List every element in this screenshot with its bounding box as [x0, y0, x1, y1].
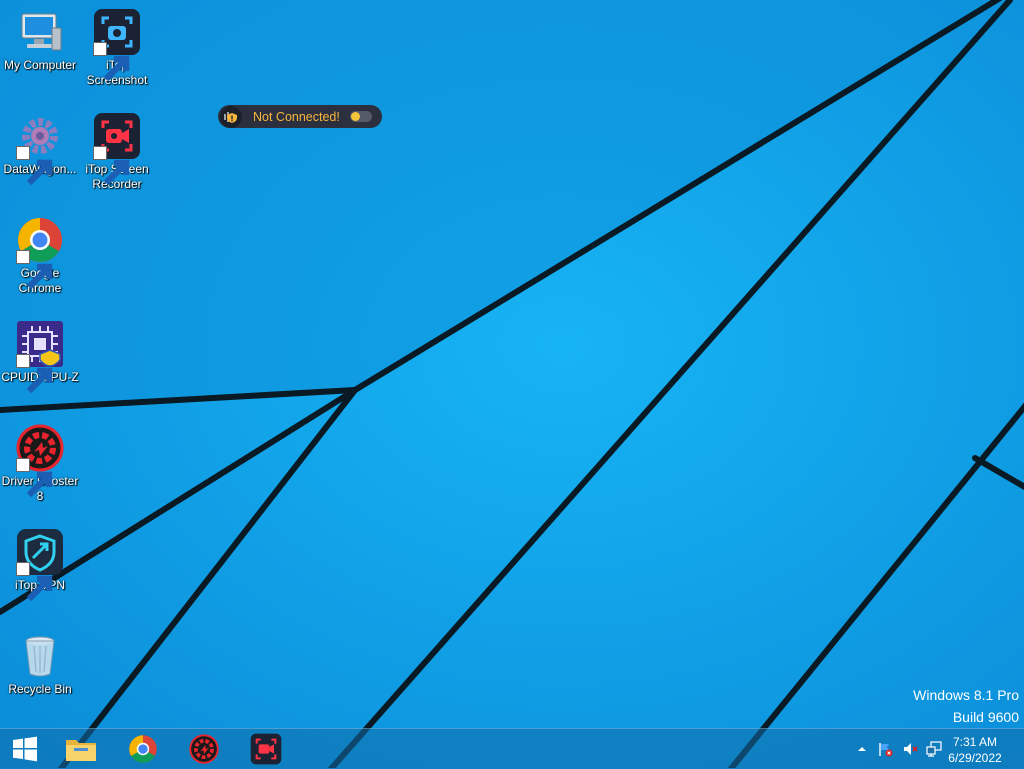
taskbar-itop-screen-recorder[interactable] — [238, 729, 294, 769]
vpn-signal-shield-icon — [220, 105, 242, 128]
desktop-icon-driver-booster[interactable]: Driver Booster 8 — [0, 424, 80, 504]
driver-booster-icon — [16, 424, 64, 498]
action-center-flag-icon[interactable] — [877, 741, 893, 757]
folder-icon — [66, 740, 96, 761]
os-edition-text: Windows 8.1 Pro — [913, 687, 1019, 703]
desktop-icon-label: My Computer — [3, 58, 77, 72]
desktop-icon-label: Recycle Bin — [8, 682, 72, 696]
itop-screenshot-icon — [93, 8, 141, 82]
system-tray: 7:31 AM 6/29/2022 — [844, 729, 1024, 769]
start-button[interactable] — [0, 729, 50, 769]
computer-icon — [16, 8, 64, 56]
clock-date: 6/29/2022 — [948, 751, 1002, 765]
shortcut-arrow-icon — [16, 458, 53, 498]
cpu-chip-icon — [16, 320, 64, 394]
taskbar-driver-booster[interactable] — [176, 729, 232, 769]
desktop-icon-itop-screenshot[interactable]: iTop Screenshot — [77, 8, 157, 88]
taskbar-file-explorer[interactable] — [53, 729, 109, 769]
desktop-icon-cpuid-cpuz[interactable]: CPUID CPU-Z — [0, 320, 80, 394]
vpn-status-text: Not Connected! — [253, 109, 340, 124]
shortcut-arrow-icon — [16, 146, 53, 186]
shortcut-arrow-icon — [93, 42, 130, 82]
desktop-icon-recycle-bin[interactable]: Recycle Bin — [0, 632, 80, 697]
os-build-text: Build 9600 — [952, 709, 1019, 725]
chrome-icon — [129, 735, 157, 763]
driver-booster-icon — [189, 734, 219, 764]
clock-time: 7:31 AM — [952, 735, 998, 749]
shortcut-arrow-icon — [16, 562, 53, 602]
itop-screen-recorder-icon — [93, 112, 141, 186]
shortcut-arrow-icon — [93, 146, 130, 186]
desktop-icon-itop-screen-recorder[interactable]: iTop Screen Recorder — [77, 112, 157, 192]
itop-screen-recorder-icon — [250, 733, 282, 765]
shortcut-arrow-icon — [16, 250, 53, 290]
desktop-icon-datawagon[interactable]: DataWagon... — [0, 112, 80, 186]
shortcut-arrow-icon — [16, 354, 53, 394]
taskbar-google-chrome[interactable] — [115, 729, 171, 769]
desktop-icon-my-computer[interactable]: My Computer — [0, 8, 80, 73]
show-hidden-icons-chevron-icon[interactable] — [854, 741, 870, 757]
volume-muted-icon[interactable] — [902, 741, 918, 757]
windows-version-watermark: Windows 8.1 Pro Build 9600 — [913, 684, 1019, 728]
windows-logo-icon — [13, 736, 37, 762]
taskbar: 7:31 AM 6/29/2022 — [0, 728, 1024, 769]
datawagon-gear-icon — [16, 112, 64, 186]
desktop-icon-itop-vpn[interactable]: iTop VPN — [0, 528, 80, 602]
chrome-icon — [16, 216, 64, 290]
desktop-icon-google-chrome[interactable]: Google Chrome — [0, 216, 80, 296]
vpn-connect-toggle[interactable] — [349, 111, 372, 122]
vpn-status-widget[interactable]: Not Connected! — [218, 105, 382, 128]
recycle-bin-icon — [16, 632, 64, 680]
toggle-knob — [350, 112, 360, 121]
taskbar-clock[interactable]: 7:31 AM 6/29/2022 — [940, 734, 1010, 766]
itop-vpn-shield-icon — [16, 528, 64, 602]
